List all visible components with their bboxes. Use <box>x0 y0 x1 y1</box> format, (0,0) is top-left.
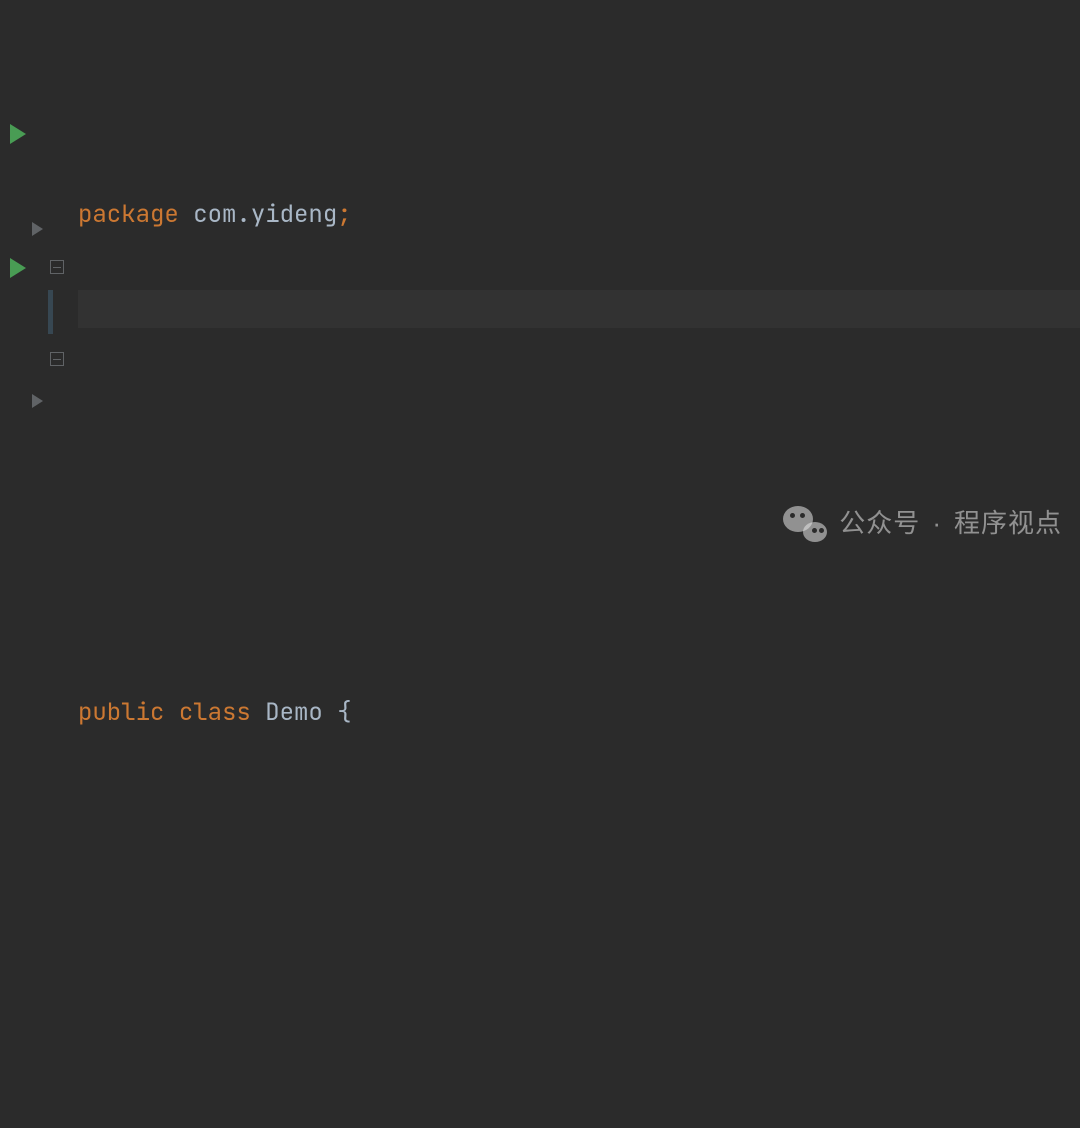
code-line-blank[interactable] <box>78 885 1080 923</box>
gutter <box>0 0 78 564</box>
watermark-label: 公众号 <box>839 503 920 545</box>
run-class-icon[interactable] <box>10 124 26 144</box>
code-line[interactable]: public class Demo { <box>78 694 1080 732</box>
keyword-public: public <box>78 697 164 728</box>
run-method-icon[interactable] <box>10 258 26 278</box>
code-line-blank[interactable] <box>78 1000 1080 1038</box>
keyword-class: class <box>179 697 251 728</box>
fold-expander-icon[interactable] <box>32 222 43 236</box>
semicolon: ; <box>337 199 351 230</box>
package-name: com.yideng <box>193 199 337 230</box>
watermark-name: 程序视点 <box>954 503 1062 545</box>
watermark-sep: · <box>932 503 942 545</box>
class-name: Demo <box>265 697 323 728</box>
keyword-package: package <box>78 199 179 230</box>
code-editor: package com.yideng; public class Demo { … <box>0 0 1080 564</box>
code-line-blank[interactable] <box>78 388 1080 426</box>
code-area[interactable]: package com.yideng; public class Demo { … <box>78 0 1080 564</box>
active-line-highlight <box>78 290 1080 328</box>
code-line[interactable]: package com.yideng; <box>78 196 1080 234</box>
open-brace: { <box>337 697 351 728</box>
fold-method-end-icon[interactable] <box>50 352 64 366</box>
change-marker <box>48 290 53 334</box>
wechat-icon <box>783 502 827 546</box>
fold-method-start-icon[interactable] <box>50 260 64 274</box>
wechat-watermark: 公众号 · 程序视点 <box>783 502 1062 546</box>
fold-expander-end-icon[interactable] <box>32 394 43 408</box>
